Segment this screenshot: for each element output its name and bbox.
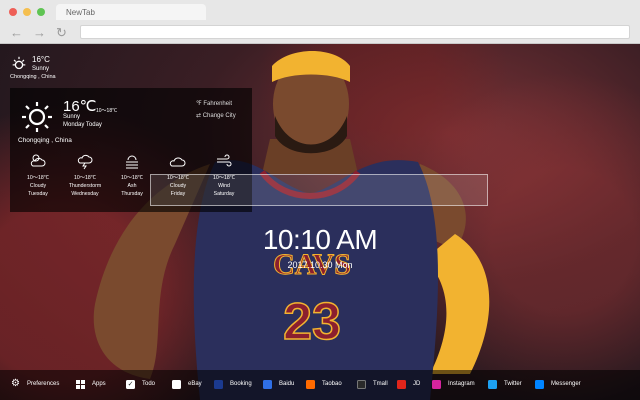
link-booking[interactable]: Booking (214, 378, 252, 390)
mini-temperature: 16°C (32, 55, 50, 64)
link-twitter[interactable]: Twitter (488, 378, 522, 390)
link-label: Messenger (551, 381, 581, 387)
back-arrow-icon[interactable]: ← (10, 26, 23, 39)
forecast-range: 10～18℃ (27, 175, 49, 181)
link-messenger[interactable]: Messenger (535, 378, 581, 390)
search-input[interactable] (150, 174, 488, 206)
mini-location: Chongqing , China (10, 74, 56, 80)
link-label: JD (413, 381, 421, 387)
forecast-range: 10～18℃ (121, 175, 143, 181)
ebay-icon (172, 379, 181, 389)
current-day: Monday Today (63, 122, 102, 128)
cloud-icon (159, 152, 197, 170)
taobao-icon (306, 379, 315, 389)
forecast-condition: Cloudy (29, 183, 47, 189)
grid-icon (76, 379, 85, 389)
close-window-button[interactable] (9, 8, 17, 16)
twitter-icon (488, 379, 497, 389)
booking-icon (214, 379, 223, 389)
todo-button[interactable]: ✓ Todo (126, 378, 155, 390)
link-ebay[interactable]: eBay (172, 378, 202, 390)
change-city-label: Change City (202, 113, 236, 119)
reload-icon[interactable]: ↻ (56, 26, 67, 39)
link-instagram[interactable]: Instagram (432, 378, 475, 390)
forecast-day: 10～18℃ Cloudy Tuesday (19, 152, 57, 198)
link-baidu[interactable]: Baidu (263, 378, 294, 390)
forecast-weekday: Tuesday (28, 191, 48, 197)
tmall-icon (357, 379, 366, 389)
preferences-button[interactable]: ⚙ Preferences (11, 378, 59, 390)
ash-icon (113, 152, 151, 170)
maximize-window-button[interactable] (37, 8, 45, 16)
sun-icon (12, 56, 26, 70)
change-city-button[interactable]: ⇄ Change City (196, 112, 236, 119)
apps-label: Apps (92, 381, 106, 387)
link-label: Baidu (279, 381, 295, 387)
thunderstorm-icon (66, 152, 104, 170)
clock-date: 2017.10.30 Mon (287, 260, 353, 270)
forecast-range: 10～18℃ (74, 175, 96, 181)
checkbox-icon: ✓ (126, 379, 135, 389)
link-label: Tmall (373, 381, 388, 387)
link-label: Instagram (448, 381, 475, 387)
browser-chrome: NewTab ← → ↻ (0, 0, 640, 44)
wind-icon (205, 152, 243, 170)
forecast-weekday: Thursday (121, 191, 143, 197)
svg-text:23: 23 (283, 293, 341, 351)
forecast-condition: Ash (127, 183, 137, 189)
swap-icon: ⇄ (196, 113, 203, 119)
forecast-weekday: Wednesday (71, 191, 99, 197)
fahrenheit-toggle[interactable]: ℉ Fahrenheit (196, 100, 232, 107)
forecast-day: 10～18℃ Ash Thursday (113, 152, 151, 198)
link-label: Taobao (322, 381, 342, 387)
current-temperature: 16℃ (63, 98, 97, 115)
minimize-window-button[interactable] (23, 8, 31, 16)
instagram-icon (432, 379, 441, 389)
jd-icon (397, 379, 406, 389)
cloudy-icon (19, 152, 57, 170)
current-range: 10～18℃ (96, 108, 118, 114)
preferences-label: Preferences (26, 381, 60, 387)
current-condition: Sunny (63, 114, 81, 120)
apps-button[interactable]: Apps (76, 378, 106, 390)
messenger-icon (535, 379, 544, 389)
baidu-icon (263, 379, 272, 389)
window-controls (9, 8, 45, 16)
gear-icon: ⚙ (11, 378, 20, 389)
link-tmall[interactable]: Tmall (357, 378, 388, 390)
sun-large-icon (22, 102, 52, 132)
link-label: eBay (188, 381, 202, 387)
fahrenheit-label: Fahrenheit (203, 101, 233, 107)
mini-condition: Sunny (32, 66, 50, 72)
forecast-day: 10～18℃ Thunderstorm Wednesday (66, 152, 104, 198)
forward-arrow-icon[interactable]: → (33, 26, 46, 39)
browser-tab[interactable]: NewTab (56, 4, 206, 20)
link-jd[interactable]: JD (397, 378, 420, 390)
link-label: Booking (230, 381, 252, 387)
todo-label: Todo (142, 381, 156, 387)
clock-time: 10:10 AM (262, 224, 378, 255)
link-taobao[interactable]: Taobao (306, 378, 342, 390)
panel-location: Chongqing , China (18, 137, 72, 144)
forecast-condition: Thunderstorm (68, 183, 102, 189)
link-label: Twitter (504, 381, 522, 387)
address-bar[interactable] (80, 25, 630, 39)
